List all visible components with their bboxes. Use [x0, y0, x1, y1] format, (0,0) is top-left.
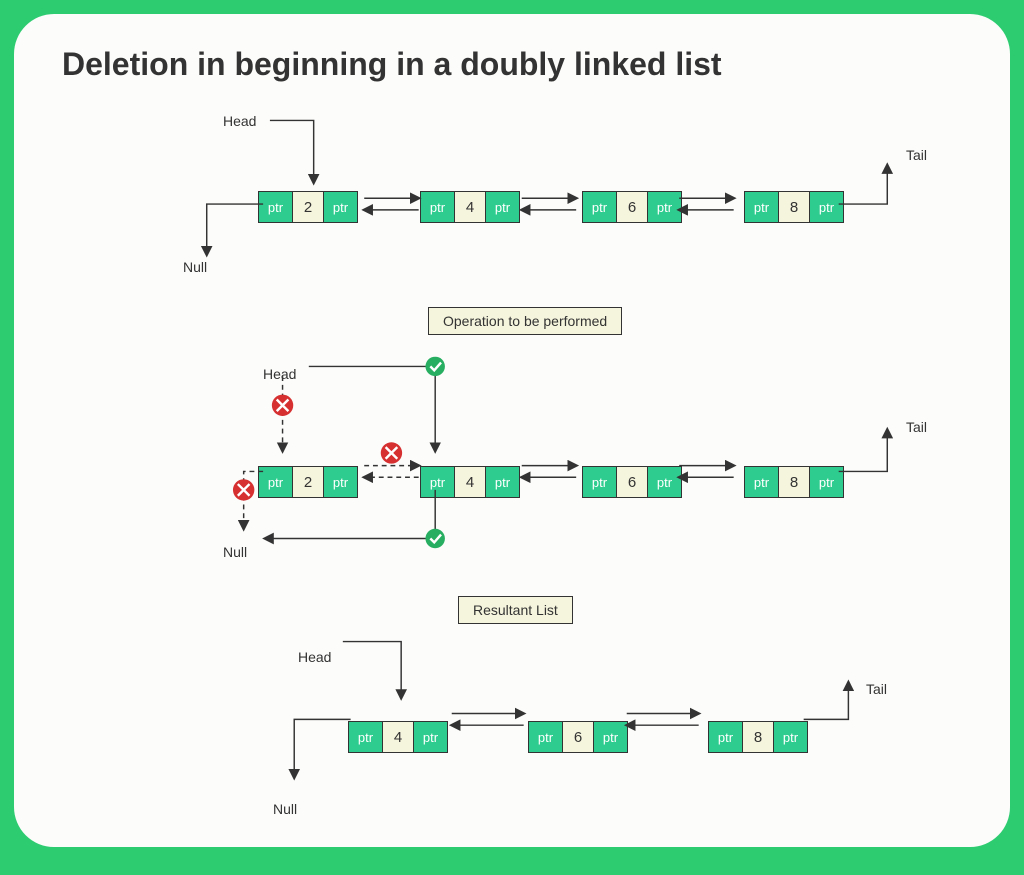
null-arrow-1 — [207, 204, 263, 255]
row1-node-3: ptr 8 ptr — [744, 191, 844, 223]
val-cell: 6 — [617, 192, 647, 222]
null-label-3: Null — [273, 801, 297, 817]
tail-arrow-2 — [839, 430, 888, 472]
x-icon — [272, 395, 293, 416]
tail-arrow-1 — [839, 165, 888, 204]
ptr-cell: ptr — [647, 192, 681, 222]
null-label-2: Null — [223, 544, 247, 560]
ptr-cell: ptr — [485, 192, 519, 222]
row1-node-0: ptr 2 ptr — [258, 191, 358, 223]
ptr-cell: ptr — [583, 467, 617, 497]
ptr-cell: ptr — [773, 722, 807, 752]
ptr-cell: ptr — [709, 722, 743, 752]
result-box: Resultant List — [458, 596, 573, 624]
ptr-cell: ptr — [745, 467, 779, 497]
row3-node-2: ptr 8 ptr — [708, 721, 808, 753]
null-arrow-3 — [294, 719, 350, 777]
val-cell: 8 — [779, 192, 809, 222]
ptr-cell: ptr — [745, 192, 779, 222]
row1-node-1: ptr 4 ptr — [420, 191, 520, 223]
diagram-canvas: Head Tail Null ptr 2 ptr ptr 4 ptr ptr 6… — [38, 101, 986, 801]
tail-label-2: Tail — [906, 419, 927, 435]
val-cell: 2 — [293, 467, 323, 497]
row3-node-0: ptr 4 ptr — [348, 721, 448, 753]
ptr-cell: ptr — [413, 722, 447, 752]
ptr-cell: ptr — [583, 192, 617, 222]
page-title: Deletion in beginning in a doubly linked… — [62, 46, 986, 83]
ptr-cell: ptr — [323, 467, 357, 497]
head-arrow-3 — [343, 642, 401, 698]
val-cell: 4 — [455, 467, 485, 497]
ptr-cell: ptr — [349, 722, 383, 752]
check-icon — [425, 357, 444, 376]
ptr-cell: ptr — [485, 467, 519, 497]
x-icon — [233, 479, 254, 500]
ptr-cell: ptr — [809, 192, 843, 222]
check-icon — [425, 529, 444, 548]
head-label-3: Head — [298, 649, 331, 665]
null-label-1: Null — [183, 259, 207, 275]
tail-label-1: Tail — [906, 147, 927, 163]
ptr-cell: ptr — [647, 467, 681, 497]
ptr-cell: ptr — [529, 722, 563, 752]
row2-node-0: ptr 2 ptr — [258, 466, 358, 498]
head-label-2: Head — [263, 366, 296, 382]
row3-node-1: ptr 6 ptr — [528, 721, 628, 753]
val-cell: 4 — [383, 722, 413, 752]
val-cell: 6 — [617, 467, 647, 497]
tail-label-3: Tail — [866, 681, 887, 697]
head-arrow-1 — [270, 120, 314, 182]
ptr-cell: ptr — [421, 467, 455, 497]
row2-node-1: ptr 4 ptr — [420, 466, 520, 498]
head-label-1: Head — [223, 113, 256, 129]
x-icon — [381, 442, 402, 463]
ptr-cell: ptr — [259, 467, 293, 497]
ptr-cell: ptr — [593, 722, 627, 752]
row2-node-2: ptr 6 ptr — [582, 466, 682, 498]
ptr-cell: ptr — [421, 192, 455, 222]
head-new-arrow — [309, 366, 435, 451]
val-cell: 8 — [743, 722, 773, 752]
row2-node-3: ptr 8 ptr — [744, 466, 844, 498]
ptr-cell: ptr — [259, 192, 293, 222]
tail-arrow-3 — [804, 682, 849, 719]
operation-box: Operation to be performed — [428, 307, 622, 335]
val-cell: 6 — [563, 722, 593, 752]
val-cell: 4 — [455, 192, 485, 222]
ptr-cell: ptr — [323, 192, 357, 222]
val-cell: 8 — [779, 467, 809, 497]
val-cell: 2 — [293, 192, 323, 222]
row1-node-2: ptr 6 ptr — [582, 191, 682, 223]
ptr-cell: ptr — [809, 467, 843, 497]
